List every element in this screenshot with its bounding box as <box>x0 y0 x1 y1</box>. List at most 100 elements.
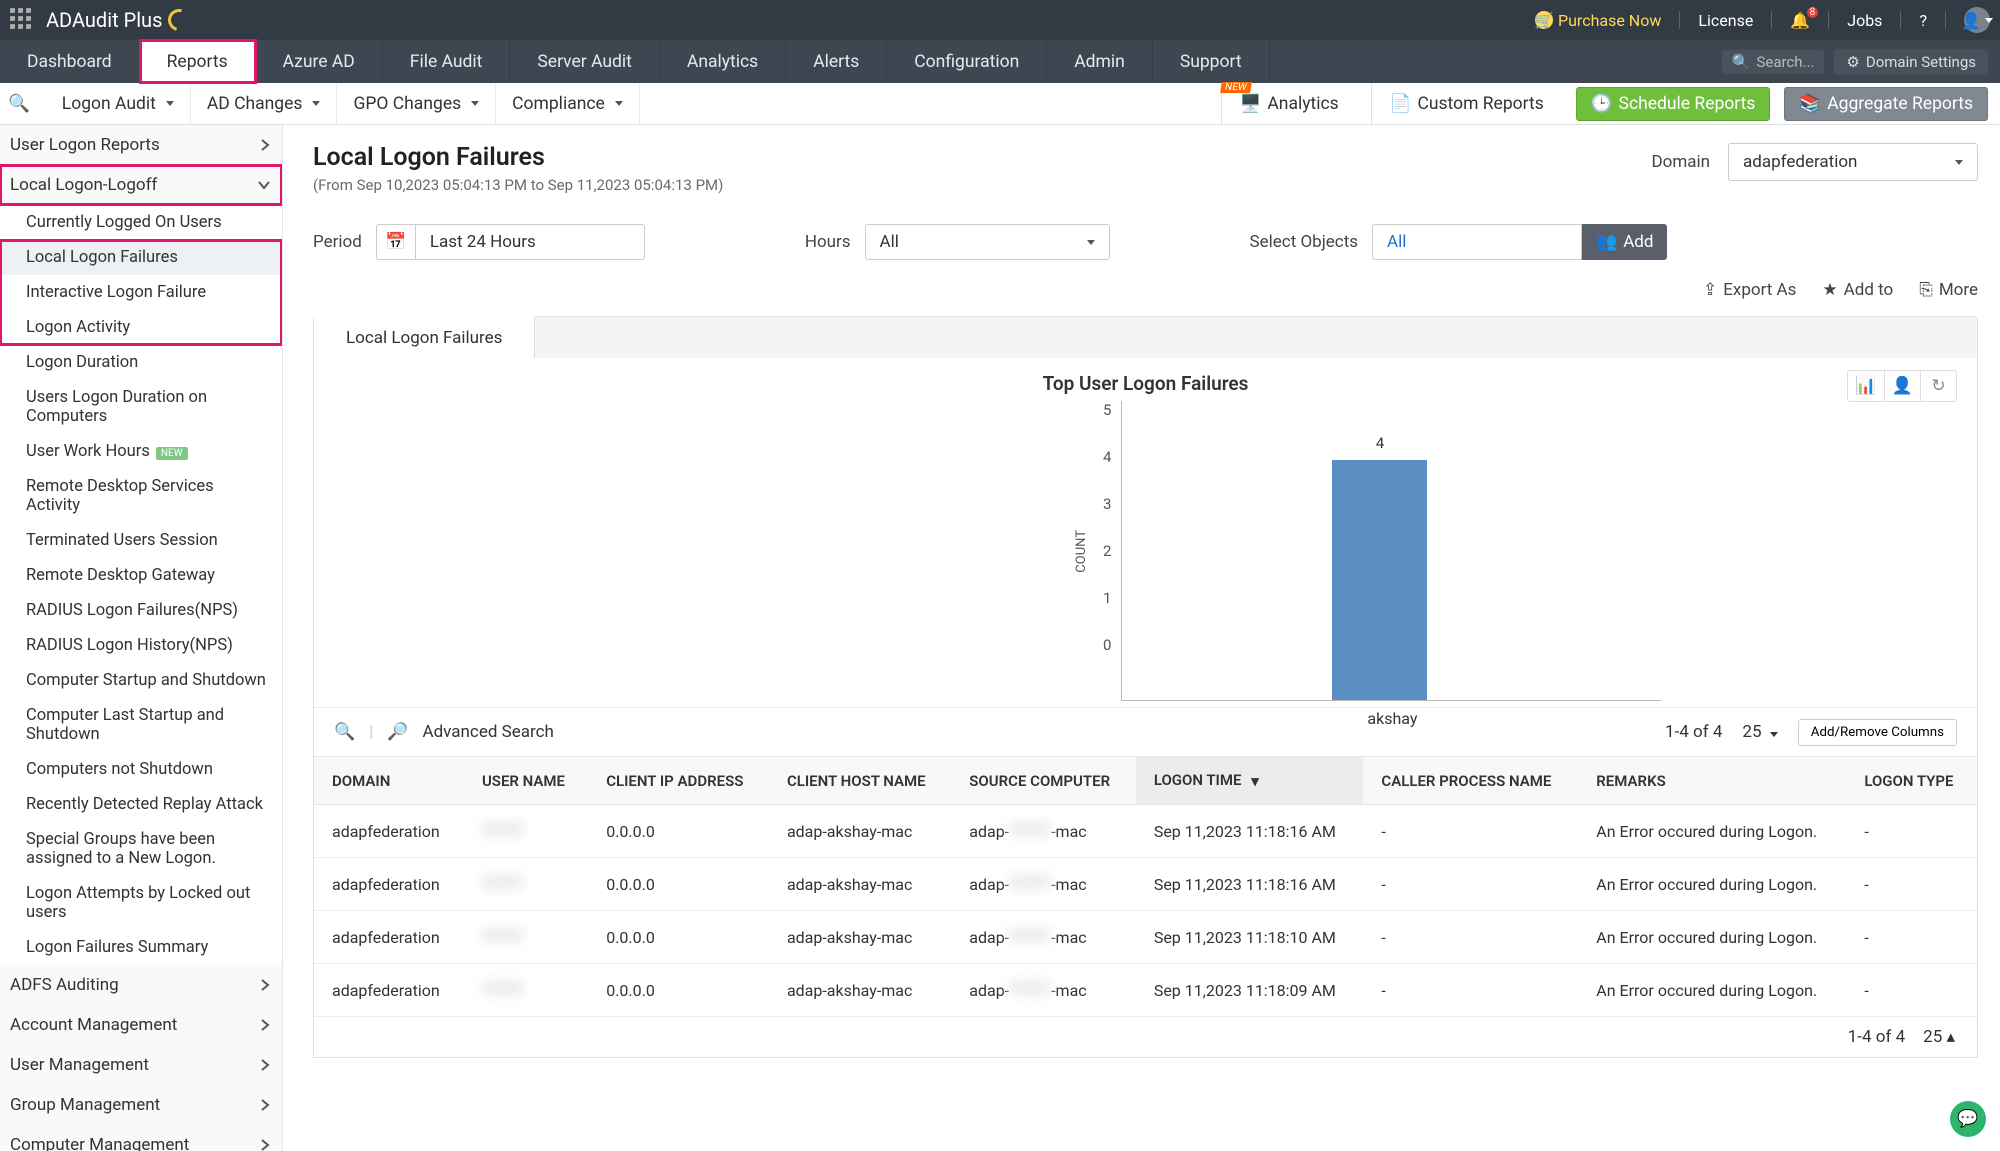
sidebar-cat-user-management[interactable]: User Management <box>0 1045 282 1085</box>
results-table: DOMAINUSER NAMECLIENT IP ADDRESSCLIENT H… <box>314 756 1977 1017</box>
chart-plot: akshay 4 <box>1121 401 1661 701</box>
chart-title: Top User Logon Failures <box>334 372 1957 395</box>
divider <box>1945 11 1946 29</box>
nav-tab-support[interactable]: Support <box>1153 40 1270 83</box>
export-as-button[interactable]: ⇪Export As <box>1703 280 1796 300</box>
sidebar-item-interactive-logon-failure[interactable]: Interactive Logon Failure <box>0 275 282 310</box>
notifications-icon[interactable]: 🔔8 <box>1790 11 1810 30</box>
add-object-button[interactable]: 👥Add <box>1582 224 1667 260</box>
sidebar-cat-local-logon-logoff[interactable]: Local Logon-Logoff <box>0 165 282 205</box>
col-caller-process-name[interactable]: CALLER PROCESS NAME <box>1363 757 1578 805</box>
sidebar-item-remote-desktop-services-activity[interactable]: Remote Desktop Services Activity <box>0 469 282 523</box>
nav-tab-analytics[interactable]: Analytics <box>660 40 786 83</box>
sidebar-item-users-logon-duration-on-computers[interactable]: Users Logon Duration on Computers <box>0 380 282 434</box>
sidebar-item-logon-activity[interactable]: Logon Activity <box>0 310 282 345</box>
panel-tab-local-logon-failures[interactable]: Local Logon Failures <box>314 316 535 358</box>
domain-settings-button[interactable]: ⚙Domain Settings <box>1834 49 1988 75</box>
col-source-computer[interactable]: SOURCE COMPUTER <box>951 757 1136 805</box>
blurred-username <box>482 821 524 837</box>
top-header: ADAudit Plus 🛒Purchase Now License 🔔8 Jo… <box>0 0 2000 40</box>
sidebar-item-radius-logon-history-nps-[interactable]: RADIUS Logon History(NPS) <box>0 628 282 663</box>
subnav-compliance[interactable]: Compliance <box>496 83 640 124</box>
nav-tab-azure-ad[interactable]: Azure AD <box>256 40 383 83</box>
nav-tab-file-audit[interactable]: File Audit <box>383 40 511 83</box>
user-avatar-menu[interactable]: 👤 <box>1964 7 1990 33</box>
sidebar-item-recently-detected-replay-attack[interactable]: Recently Detected Replay Attack <box>0 787 282 822</box>
chart-tools: 📊 👤 ↻ <box>1847 370 1957 402</box>
nav-tab-configuration[interactable]: Configuration <box>887 40 1047 83</box>
table-row[interactable]: adapfederation0.0.0.0adap-akshay-macadap… <box>314 858 1977 911</box>
sidebar-item-currently-logged-on-users[interactable]: Currently Logged On Users <box>0 205 282 240</box>
chart-refresh-icon[interactable]: ↻ <box>1920 371 1956 401</box>
chart-bar-akshay[interactable]: 4 <box>1332 460 1427 700</box>
apps-grid-icon[interactable] <box>10 8 34 32</box>
sidebar-item-logon-attempts-by-locked-out-users[interactable]: Logon Attempts by Locked out users <box>0 876 282 930</box>
sidebar-cat-account-management[interactable]: Account Management <box>0 1005 282 1045</box>
nav-tab-server-audit[interactable]: Server Audit <box>510 40 660 83</box>
chart-config-icon[interactable]: 📊 <box>1848 371 1884 401</box>
recent-icon[interactable]: 🔍 <box>0 83 46 124</box>
sidebar-item-local-logon-failures[interactable]: Local Logon Failures <box>0 240 282 275</box>
custom-reports-link[interactable]: 📄Custom Reports <box>1371 83 1562 124</box>
chart-user-icon[interactable]: 👤 <box>1884 371 1920 401</box>
calendar-button[interactable]: 📅 <box>376 224 415 260</box>
subnav-gpo-changes[interactable]: GPO Changes <box>337 83 496 124</box>
table-row[interactable]: adapfederation0.0.0.0adap-akshay-macadap… <box>314 805 1977 858</box>
nav-tab-reports[interactable]: Reports <box>140 40 256 83</box>
add-remove-columns-button[interactable]: Add/Remove Columns <box>1798 719 1957 746</box>
main-content: Local Logon Failures (From Sep 10,2023 0… <box>283 125 2000 1151</box>
col-client-host-name[interactable]: CLIENT HOST NAME <box>769 757 951 805</box>
sidebar-item-special-groups-have-been-assigned-to-a-new-logon-[interactable]: Special Groups have been assigned to a N… <box>0 822 282 876</box>
jobs-link[interactable]: Jobs <box>1847 11 1882 30</box>
sidebar-item-remote-desktop-gateway[interactable]: Remote Desktop Gateway <box>0 558 282 593</box>
sidebar-item-terminated-users-session[interactable]: Terminated Users Session <box>0 523 282 558</box>
advanced-search-link[interactable]: Advanced Search <box>423 722 554 742</box>
sidebar-item-user-work-hours[interactable]: User Work Hours <box>0 434 282 469</box>
chat-bubble-icon[interactable]: 💬 <box>1950 1101 1986 1137</box>
sidebar-cat-computer-management[interactable]: Computer Management <box>0 1125 282 1151</box>
global-search-input[interactable]: 🔍 Search... <box>1722 50 1825 74</box>
advanced-search-icon[interactable]: 🔎 <box>387 722 408 742</box>
col-logon-time[interactable]: LOGON TIME ▾ <box>1136 757 1364 805</box>
subnav-ad-changes[interactable]: AD Changes <box>191 83 338 124</box>
export-icon: ⇪ <box>1703 280 1717 300</box>
col-domain[interactable]: DOMAIN <box>314 757 464 805</box>
table-row[interactable]: adapfederation0.0.0.0adap-akshay-macadap… <box>314 964 1977 1017</box>
table-row[interactable]: adapfederation0.0.0.0adap-akshay-macadap… <box>314 911 1977 964</box>
schedule-reports-button[interactable]: 🕒Schedule Reports <box>1576 87 1771 121</box>
objects-input[interactable]: All <box>1372 224 1582 260</box>
add-to-button[interactable]: ★Add to <box>1822 280 1893 300</box>
col-client-ip-address[interactable]: CLIENT IP ADDRESS <box>588 757 769 805</box>
hours-select[interactable]: All <box>865 224 1110 260</box>
analytics-link[interactable]: NEW 🖥️Analytics <box>1221 83 1357 124</box>
sidebar-item-radius-logon-failures-nps-[interactable]: RADIUS Logon Failures(NPS) <box>0 593 282 628</box>
nav-tab-admin[interactable]: Admin <box>1047 40 1153 83</box>
nav-tab-dashboard[interactable]: Dashboard <box>0 40 140 83</box>
help-icon[interactable]: ? <box>1919 11 1927 30</box>
sidebar-cat-adfs-auditing[interactable]: ADFS Auditing <box>0 965 282 1005</box>
license-link[interactable]: License <box>1698 11 1753 30</box>
sidebar-item-computers-not-shutdown[interactable]: Computers not Shutdown <box>0 752 282 787</box>
more-button[interactable]: ⎘More <box>1919 280 1978 300</box>
pager-info: 1-4 of 4 <box>1665 722 1722 742</box>
aggregate-reports-button[interactable]: 📚Aggregate Reports <box>1784 87 1988 121</box>
sidebar-item-logon-failures-summary[interactable]: Logon Failures Summary <box>0 930 282 965</box>
sidebar-cat-group-management[interactable]: Group Management <box>0 1085 282 1125</box>
calendar-icon: 📅 <box>385 232 406 252</box>
subnav-logon-audit[interactable]: Logon Audit <box>46 83 191 124</box>
search-icon[interactable]: 🔍 <box>334 722 355 742</box>
sidebar-item-logon-duration[interactable]: Logon Duration <box>0 345 282 380</box>
col-logon-type[interactable]: LOGON TYPE <box>1846 757 1977 805</box>
sidebar-item-computer-startup-and-shutdown[interactable]: Computer Startup and Shutdown <box>0 663 282 698</box>
col-user-name[interactable]: USER NAME <box>464 757 588 805</box>
purchase-now-link[interactable]: 🛒Purchase Now <box>1535 11 1661 30</box>
period-select[interactable]: Last 24 Hours <box>415 224 645 260</box>
brand-logo-icon <box>164 5 194 35</box>
page-size-select[interactable]: 25 <box>1742 722 1777 742</box>
col-remarks[interactable]: REMARKS <box>1578 757 1846 805</box>
sidebar-item-computer-last-startup-and-shutdown[interactable]: Computer Last Startup and Shutdown <box>0 698 282 752</box>
domain-dropdown[interactable]: adapfederation <box>1728 143 1978 181</box>
nav-tab-alerts[interactable]: Alerts <box>786 40 887 83</box>
page-size-select-bottom[interactable]: 25 ▴ <box>1923 1027 1955 1047</box>
sidebar-cat-user-logon-reports[interactable]: User Logon Reports <box>0 125 282 165</box>
